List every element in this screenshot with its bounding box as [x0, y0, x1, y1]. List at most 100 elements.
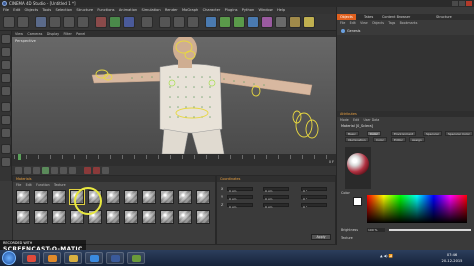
chrome-icon[interactable] [22, 252, 40, 264]
menu-selection[interactable]: Selection [56, 7, 73, 14]
select-icon[interactable] [35, 16, 47, 28]
size-y-field[interactable]: 0 cm [263, 195, 289, 201]
attr-menu-user-data[interactable]: User Data [363, 117, 379, 123]
attr-menu-edit[interactable]: Edit [353, 117, 359, 123]
color-swatch[interactable] [353, 197, 362, 206]
previous-frame-icon[interactable] [33, 167, 40, 174]
menu-render[interactable]: Render [165, 7, 178, 14]
material-swatch[interactable] [124, 210, 138, 224]
z-axis-icon[interactable] [123, 16, 135, 28]
keyframe-selection-icon[interactable] [102, 167, 109, 174]
material-swatch[interactable] [16, 190, 30, 204]
material-swatch[interactable] [142, 210, 156, 224]
menu-structure[interactable]: Structure [76, 7, 93, 14]
deformer-icon[interactable] [261, 16, 273, 28]
render-view-icon[interactable] [159, 16, 171, 28]
close-button[interactable] [466, 1, 472, 6]
timeline-ruler[interactable] [14, 155, 334, 159]
undo-icon[interactable] [3, 16, 15, 28]
move-icon[interactable] [49, 16, 61, 28]
workplane-icon[interactable] [1, 86, 11, 96]
material-swatch[interactable] [106, 190, 120, 204]
material-swatch[interactable] [196, 190, 210, 204]
menu-simulation[interactable]: Simulation [141, 7, 160, 14]
material-swatch[interactable] [52, 190, 66, 204]
x-axis-icon[interactable] [95, 16, 107, 28]
clock[interactable]: 07:46 20-12-2015 [432, 252, 472, 264]
rotate-icon[interactable] [77, 16, 89, 28]
material-menu-file[interactable]: File [16, 183, 21, 188]
size-x-field[interactable]: 0 cm [263, 187, 289, 193]
camera-icon[interactable] [289, 16, 301, 28]
go-to-end-icon[interactable] [69, 167, 76, 174]
menu-objects[interactable]: Objects [25, 7, 39, 14]
om-menu-edit[interactable]: Edit [350, 20, 356, 26]
firefox-icon[interactable] [43, 252, 61, 264]
position-x-field[interactable]: 0 cm [227, 187, 253, 193]
rotation-h-field[interactable]: 0 ° [301, 187, 327, 193]
attr-tab-editor[interactable]: Editor [391, 137, 406, 142]
attr-tab-color[interactable]: Color [367, 131, 381, 136]
rotation-b-field[interactable]: 0 ° [301, 203, 327, 209]
menu-edit[interactable]: Edit [13, 7, 20, 14]
menu-animation[interactable]: Animation [119, 7, 137, 14]
previous-key-icon[interactable] [24, 167, 31, 174]
apply-button[interactable]: Apply [311, 234, 331, 240]
app-icon[interactable] [127, 252, 145, 264]
brightness-slider[interactable] [389, 229, 471, 231]
rotation-p-field[interactable]: 0 ° [301, 195, 327, 201]
material-swatch[interactable] [124, 190, 138, 204]
om-menu-objects[interactable]: Objects [372, 20, 384, 26]
spline-pen-icon[interactable] [219, 16, 231, 28]
attr-tab-illumination[interactable]: Illumination [345, 137, 369, 142]
menu-python[interactable]: Python [242, 7, 254, 14]
color-picker[interactable] [367, 195, 467, 223]
cinema4d-icon[interactable] [106, 252, 124, 264]
points-mode-icon[interactable] [1, 102, 11, 112]
floor-icon[interactable] [275, 16, 287, 28]
material-swatch[interactable] [178, 210, 192, 224]
snapping-icon[interactable] [1, 157, 11, 167]
object-row-genesis[interactable]: Genesis [341, 28, 471, 34]
menu-file[interactable]: File [3, 7, 9, 14]
menu-mograph[interactable]: MoGraph [182, 7, 198, 14]
om-menu-tags[interactable]: Tags [388, 20, 395, 26]
om-menu-file[interactable]: File [340, 20, 345, 26]
brightness-field[interactable]: 100 % [367, 228, 385, 232]
perspective-viewport[interactable]: Perspective [12, 37, 336, 154]
coordinate-system-icon[interactable] [141, 16, 153, 28]
play-icon[interactable] [42, 167, 49, 174]
om-menu-bookmarks[interactable]: Bookmarks [400, 20, 418, 26]
object-mode-icon[interactable] [1, 60, 11, 70]
material-swatch[interactable] [106, 210, 120, 224]
material-menu-function[interactable]: Function [36, 183, 50, 188]
system-tray[interactable]: ▲ ◀) 📶 [380, 254, 393, 258]
menu-plugins[interactable]: Plugins [225, 7, 238, 14]
position-z-field[interactable]: 0 cm [227, 203, 253, 209]
om-menu-view[interactable]: View [360, 20, 368, 26]
go-to-start-icon[interactable] [15, 167, 22, 174]
model-mode-icon[interactable] [1, 47, 11, 57]
redo-icon[interactable] [17, 16, 29, 28]
material-swatch[interactable] [196, 210, 210, 224]
edges-mode-icon[interactable] [1, 115, 11, 125]
render-settings-icon[interactable] [187, 16, 199, 28]
material-menu-texture[interactable]: Texture [54, 183, 66, 188]
material-swatch[interactable] [52, 210, 66, 224]
material-swatch[interactable] [160, 190, 174, 204]
polygons-mode-icon[interactable] [1, 128, 11, 138]
menu-window[interactable]: Window [259, 7, 273, 14]
cube-icon[interactable] [205, 16, 217, 28]
material-swatch[interactable] [34, 190, 48, 204]
size-z-field[interactable]: 0 cm [263, 203, 289, 209]
make-editable-icon[interactable] [1, 34, 11, 44]
attr-tab-assign[interactable]: Assign [409, 137, 425, 142]
axis-mode-icon[interactable] [1, 144, 11, 154]
array-icon[interactable] [247, 16, 259, 28]
material-swatch[interactable] [34, 210, 48, 224]
material-swatch[interactable] [160, 210, 174, 224]
minimize-button[interactable] [452, 1, 458, 6]
timeline-cursor[interactable] [18, 154, 21, 160]
attr-tab-basic[interactable]: Basic [345, 131, 359, 136]
folder-icon[interactable] [64, 252, 82, 264]
